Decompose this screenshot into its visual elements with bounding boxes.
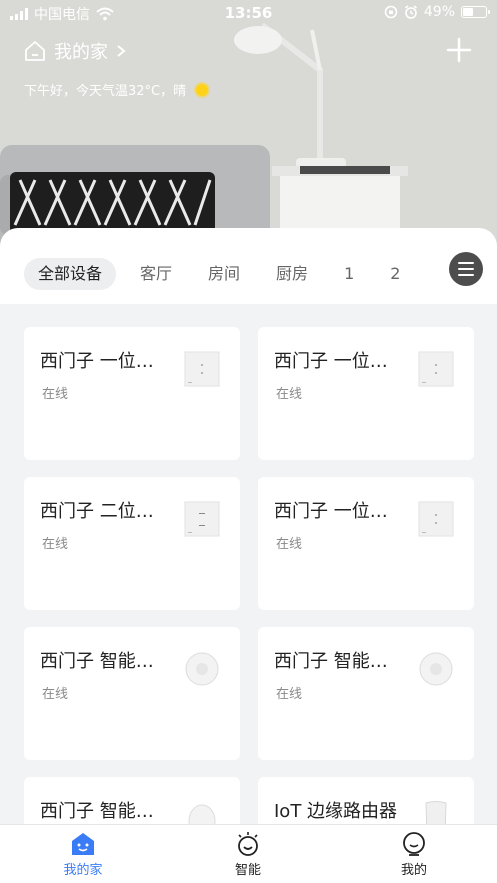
device-name: 西门子 智能…: [40, 651, 154, 672]
device-card[interactable]: 西门子 二位… 在线: [24, 477, 240, 610]
tab-room[interactable]: 房间: [208, 258, 240, 290]
tab-all-devices[interactable]: 全部设备: [24, 258, 117, 290]
device-name: 西门子 智能…: [274, 651, 388, 672]
device-status: 在线: [276, 387, 303, 402]
bottom-navigation: 我的家 智能 我的: [0, 824, 497, 883]
nav-smart[interactable]: 智能: [188, 831, 308, 878]
tab-1[interactable]: 1: [344, 258, 354, 290]
device-card[interactable]: 西门子 智能… 在线: [258, 627, 474, 760]
device-name: 西门子 智能…: [40, 801, 154, 822]
room-menu-button[interactable]: [449, 252, 483, 286]
device-status: 在线: [276, 687, 303, 702]
add-device-button[interactable]: [445, 36, 473, 64]
double-switch-icon: [184, 501, 220, 537]
device-name: 西门子 一位…: [274, 351, 388, 372]
nav-label: 我的: [400, 863, 427, 878]
round-sensor-icon: [185, 652, 219, 686]
battery-percent: 49%: [423, 4, 455, 20]
device-name: 西门子 二位…: [40, 501, 154, 522]
greeting-text: 下午好，今天气温32°C，晴: [24, 84, 187, 99]
menu-icon: [458, 262, 474, 264]
battery-icon: [461, 6, 490, 18]
device-name: IoT 边缘路由器: [274, 801, 398, 822]
single-switch-icon: [184, 351, 220, 387]
status-bar: 中国电信 13:56 49%: [0, 0, 497, 26]
tab-2[interactable]: 2: [390, 258, 400, 290]
profile-face-icon: [403, 832, 425, 856]
home-name: 我的家: [54, 42, 108, 63]
device-status: 在线: [276, 537, 303, 552]
alarm-icon: [404, 5, 417, 19]
device-card[interactable]: 西门子 一位… 在线: [24, 327, 240, 460]
orientation-lock-icon: [384, 5, 398, 19]
device-card[interactable]: 西门子 智能… 在线: [24, 627, 240, 760]
device-status: 在线: [42, 537, 69, 552]
device-name: 西门子 一位…: [274, 501, 388, 522]
device-card[interactable]: 西门子 一位… 在线: [258, 477, 474, 610]
device-card[interactable]: 西门子 一位… 在线: [258, 327, 474, 460]
home-face-icon: [72, 833, 94, 855]
round-sensor-icon: [419, 652, 453, 686]
chevron-right-icon: [117, 45, 126, 57]
nav-my-home[interactable]: 我的家: [23, 831, 143, 878]
single-switch-icon: [418, 501, 454, 537]
tab-kitchen[interactable]: 厨房: [276, 258, 308, 290]
sunny-icon: [196, 83, 209, 96]
nav-label: 智能: [234, 863, 261, 878]
device-name: 西门子 一位…: [40, 351, 154, 372]
room-tabs: 全部设备 客厅 房间 厨房 1 2: [24, 258, 436, 290]
home-selector[interactable]: 我的家: [24, 38, 126, 64]
tab-living-room[interactable]: 客厅: [140, 258, 172, 290]
single-switch-icon: [418, 351, 454, 387]
home-icon: [25, 41, 45, 61]
device-status: 在线: [42, 687, 69, 702]
nav-label: 我的家: [63, 863, 103, 878]
nav-mine[interactable]: 我的: [354, 831, 474, 878]
smart-face-icon: [238, 832, 258, 856]
weather-greeting: 下午好，今天气温32°C，晴: [24, 80, 209, 99]
device-status: 在线: [42, 387, 69, 402]
